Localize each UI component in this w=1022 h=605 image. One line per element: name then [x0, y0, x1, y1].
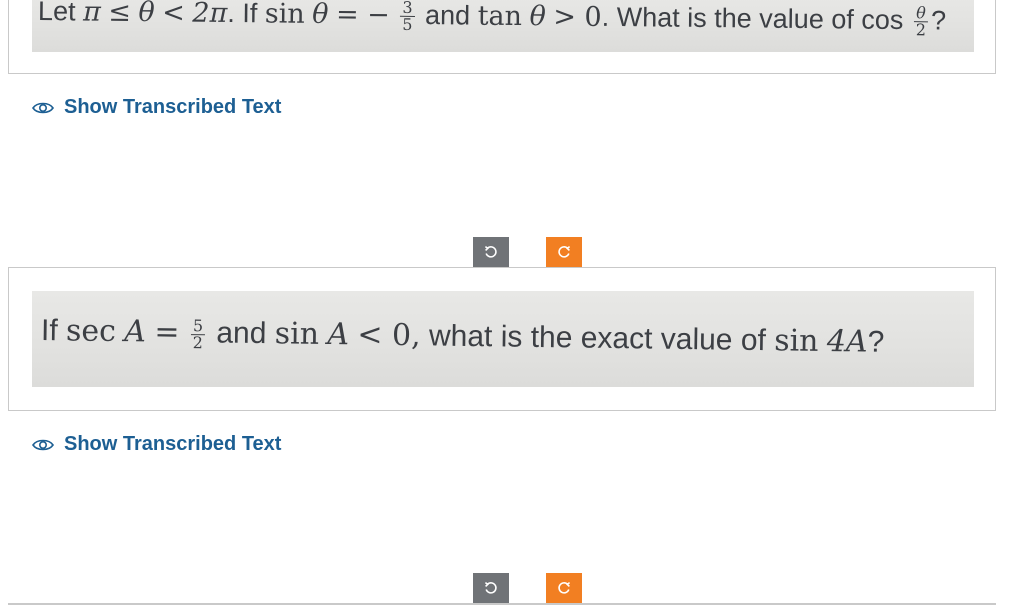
q2-what: what is the exact value of: [428, 319, 767, 358]
question-image-1: Let π ≤ θ < 2π. If sin θ = − 35 and tan …: [32, 0, 974, 52]
q1-tan: tan: [477, 0, 523, 33]
q2-sin: sin: [274, 316, 320, 352]
question-card-2: If sec A = 52 and sin A < 0, what is the…: [8, 267, 996, 411]
q2-qmark: ?: [867, 325, 885, 359]
q1-half-den: 2: [915, 20, 927, 40]
q2-a-2: A: [327, 317, 350, 353]
q1-theta-2: θ: [312, 0, 329, 31]
q1-cos: cos: [861, 4, 904, 36]
q2-four-a: 4A: [826, 323, 868, 360]
q2-if: If: [40, 314, 58, 348]
q2-fraction-den: 2: [192, 332, 203, 352]
rotate-left-icon: [484, 245, 497, 258]
q2-lt-zero: < 0,: [357, 317, 421, 354]
rotate-left-button-2[interactable]: [473, 573, 509, 603]
q1-two-pi: 2π: [192, 0, 228, 29]
rotate-left-icon: [484, 581, 497, 594]
q1-lt: <: [162, 0, 186, 29]
q2-fraction: 52: [190, 316, 206, 352]
show-transcribed-text-link-1[interactable]: Show Transcribed Text: [32, 96, 281, 119]
q1-le: ≤: [108, 0, 132, 28]
q1-equals: = −: [335, 0, 391, 31]
rotate-right-icon: [558, 245, 571, 258]
rotate-right-icon: [558, 581, 571, 594]
q2-a: A: [124, 314, 147, 350]
q2-equals: =: [154, 314, 180, 350]
q1-theta-3: θ: [529, 1, 546, 33]
rotate-right-button[interactable]: [546, 237, 582, 267]
show-transcribed-text-label: Show Transcribed Text: [64, 96, 282, 118]
question-text-1: Let π ≤ θ < 2π. If sin θ = − 35 and tan …: [37, 0, 947, 40]
q1-let: Let: [37, 0, 76, 27]
question-card-1: Let π ≤ θ < 2π. If sin θ = − 35 and tan …: [8, 0, 996, 74]
q1-qmark: ?: [930, 5, 947, 36]
q1-theta: θ: [138, 0, 155, 29]
q2-sin-2: sin: [773, 323, 819, 359]
q1-gt-zero: > 0: [553, 1, 602, 33]
q1-half-fraction: θ2: [913, 4, 929, 40]
question-image-2: If sec A = 52 and sin A < 0, what is the…: [32, 291, 974, 387]
rotate-right-button-2[interactable]: [546, 573, 582, 603]
page: Let π ≤ θ < 2π. If sin θ = − 35 and tan …: [0, 0, 1022, 605]
q1-if: . If: [227, 0, 258, 29]
show-transcribed-text-link-2[interactable]: Show Transcribed Text: [32, 433, 281, 456]
q1-what: . What is the value of: [601, 1, 854, 35]
rotate-left-button[interactable]: [473, 237, 509, 267]
eye-icon: [32, 102, 54, 113]
q1-fraction-den: 5: [402, 15, 413, 35]
q2-and: and: [216, 316, 267, 351]
q1-pi: π: [82, 0, 101, 28]
question-text-2: If sec A = 52 and sin A < 0, what is the…: [41, 313, 885, 360]
q1-sin: sin: [264, 0, 305, 30]
show-transcribed-text-label: Show Transcribed Text: [64, 433, 282, 455]
q1-and: and: [424, 0, 471, 31]
eye-icon: [32, 439, 54, 450]
q1-fraction: 35: [400, 0, 415, 35]
q2-sec: sec: [65, 313, 117, 350]
